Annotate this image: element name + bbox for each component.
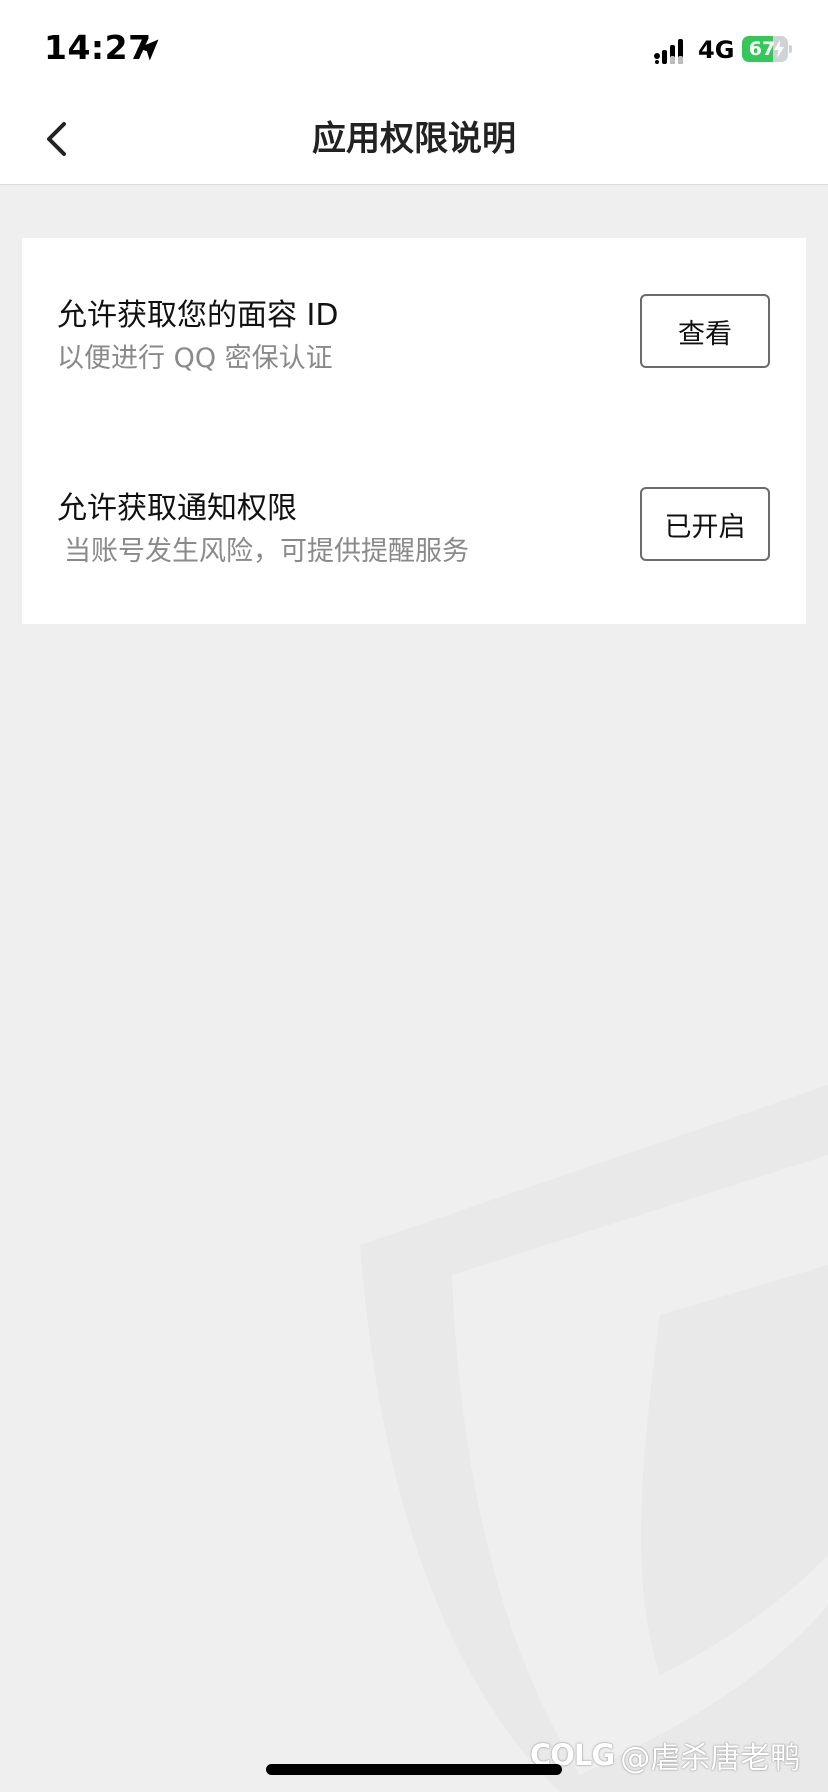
- permission-title: 允许获取您的面容 ID: [57, 298, 339, 333]
- battery-body: 67: [742, 36, 788, 62]
- permissions-card: 允许获取您的面容 ID 以便进行 QQ 密保认证 查看 允许获取通知权限 当账号…: [22, 238, 806, 624]
- background-shield-logo: [360, 1085, 828, 1792]
- permission-row-notifications: 允许获取通知权限 当账号发生风险，可提供提醒服务 已开启: [22, 483, 806, 603]
- watermark: COLG @虐杀唐老鸭: [530, 1732, 820, 1778]
- permission-description: 以便进行 QQ 密保认证: [57, 343, 333, 374]
- network-type: 4G: [698, 36, 735, 64]
- permission-title: 允许获取通知权限: [57, 491, 297, 526]
- back-button[interactable]: [28, 111, 84, 167]
- charging-bolt-icon: [774, 40, 784, 58]
- battery-cap: [789, 45, 792, 53]
- battery-indicator: 67: [742, 36, 792, 62]
- home-indicator[interactable]: [266, 1764, 562, 1775]
- status-bar: 14:27 4G 67: [0, 0, 828, 95]
- permission-description: 当账号发生风险，可提供提醒服务: [64, 536, 469, 567]
- navigation-bar: 应用权限说明: [0, 95, 828, 185]
- location-arrow-icon: [137, 39, 159, 61]
- enabled-button[interactable]: 已开启: [640, 487, 770, 561]
- chevron-left-icon: [47, 122, 66, 156]
- page-title: 应用权限说明: [312, 119, 516, 159]
- watermark-text: @虐杀唐老鸭: [620, 1741, 801, 1776]
- cellular-signal-icon: [654, 39, 683, 64]
- view-button[interactable]: 查看: [640, 294, 770, 368]
- permission-row-face-id: 允许获取您的面容 ID 以便进行 QQ 密保认证 查看: [22, 290, 806, 410]
